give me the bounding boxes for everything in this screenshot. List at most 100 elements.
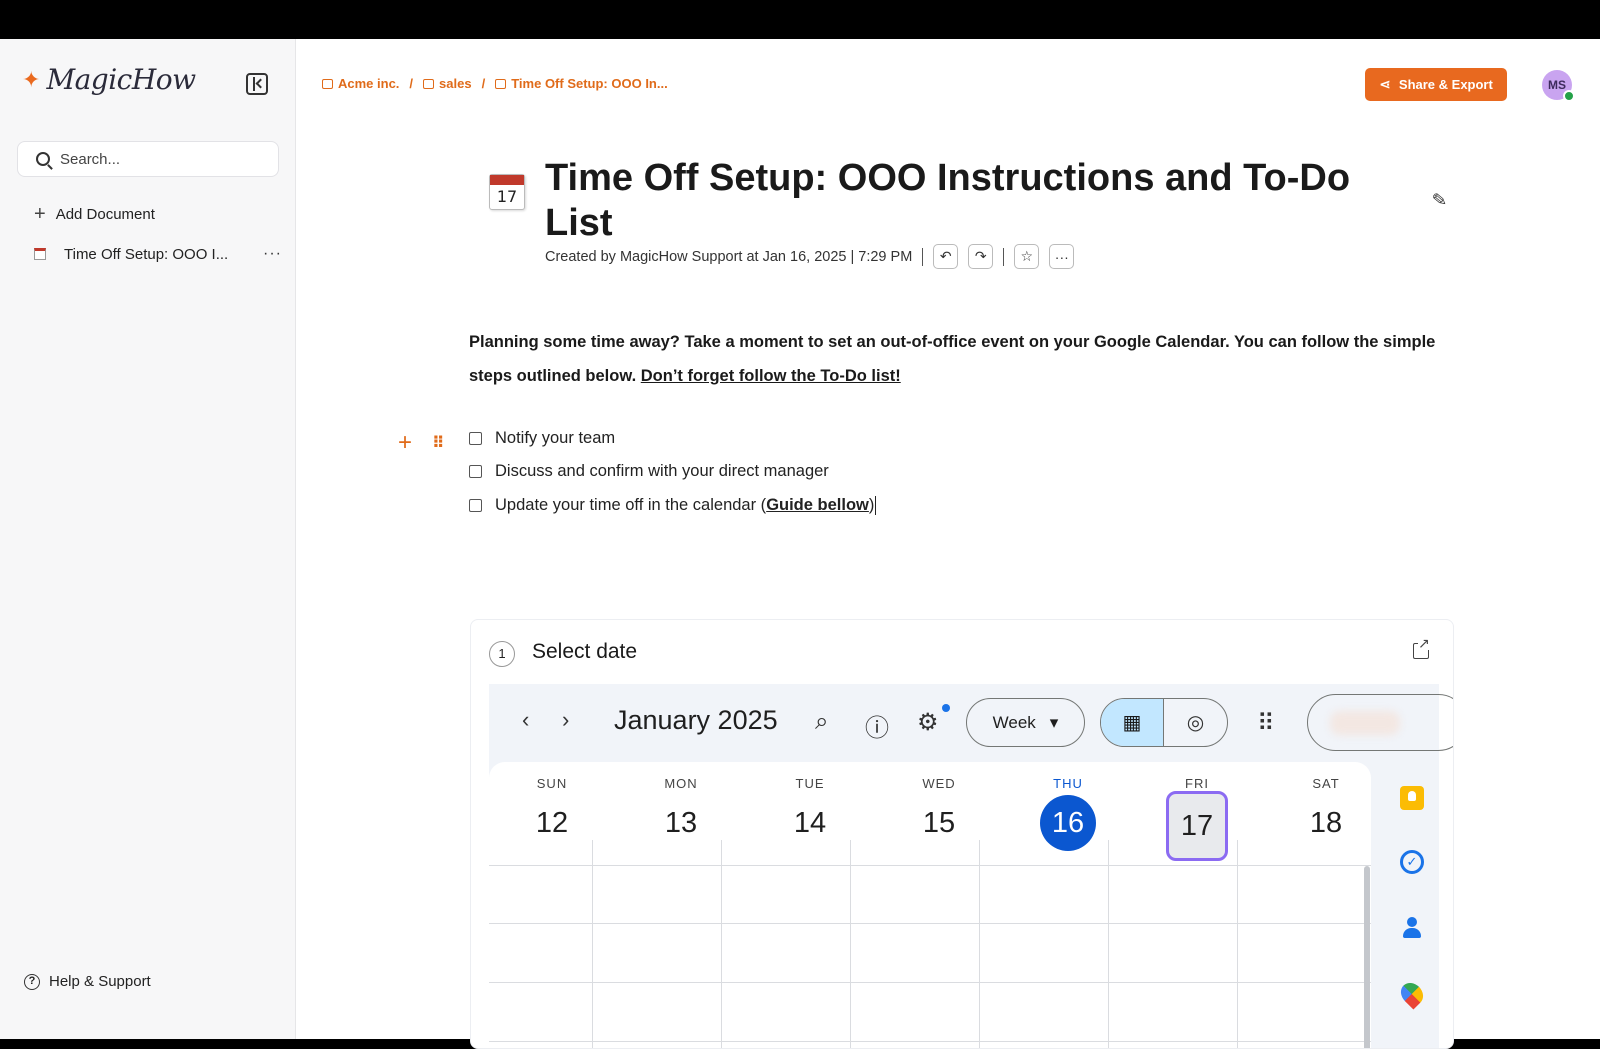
sidebar: ✦ MagicHow + Add Document Time Off Setup… bbox=[0, 39, 296, 1039]
sparkle-icon: ✦ bbox=[22, 66, 41, 92]
todo-checkbox[interactable] bbox=[469, 499, 482, 513]
maps-icon[interactable] bbox=[1396, 978, 1428, 1010]
grid-line bbox=[721, 840, 722, 1048]
day-name: THU bbox=[1053, 776, 1083, 791]
pencil-icon[interactable]: ✎ bbox=[1431, 189, 1448, 211]
intro-text: Planning some time away? Take a moment t… bbox=[469, 333, 1436, 385]
apps-grid-icon[interactable]: ⠿ bbox=[1257, 709, 1275, 738]
sidebar-document-item[interactable]: Time Off Setup: OOO I... ··· bbox=[34, 245, 282, 263]
online-status-indicator bbox=[1563, 90, 1575, 102]
day-header-today[interactable]: THU 16 bbox=[1005, 776, 1131, 851]
month-label: January 2025 bbox=[614, 705, 778, 735]
calendar-icon bbox=[495, 78, 507, 89]
search-icon[interactable]: ⌕ bbox=[815, 708, 828, 736]
help-icon[interactable]: ⓘ bbox=[865, 708, 889, 743]
notification-dot bbox=[942, 704, 950, 712]
chevron-left-icon[interactable]: ‹ bbox=[522, 707, 529, 733]
day-number: 16 bbox=[1040, 795, 1096, 851]
view-label: Week bbox=[992, 712, 1036, 732]
chevron-right-icon[interactable]: › bbox=[562, 707, 569, 733]
blurred-account bbox=[1330, 711, 1400, 735]
breadcrumb: Acme inc. / sales / Time Off Setup: OOO … bbox=[322, 76, 668, 91]
undo-button[interactable]: ↶ bbox=[933, 244, 959, 269]
browser-top-bar bbox=[0, 0, 1600, 39]
grid-line bbox=[489, 1041, 1371, 1042]
day-name: FRI bbox=[1185, 776, 1209, 791]
share-label: Share & Export bbox=[1398, 77, 1493, 92]
todo-checkbox[interactable] bbox=[469, 432, 482, 445]
calendar-icon bbox=[34, 248, 46, 260]
day-header[interactable]: WED 15 bbox=[876, 776, 1002, 851]
more-button[interactable]: ··· bbox=[1049, 244, 1075, 269]
breadcrumb-separator: / bbox=[409, 76, 414, 91]
page-title[interactable]: Time Off Setup: OOO Instructions and To-… bbox=[545, 156, 1385, 246]
search-box[interactable] bbox=[17, 141, 279, 177]
plus-icon: + bbox=[34, 203, 46, 225]
day-number: 15 bbox=[922, 807, 956, 839]
share-export-button[interactable]: ⋖ Share & Export bbox=[1365, 68, 1507, 101]
share-icon: ⋖ bbox=[1379, 76, 1391, 92]
search-icon bbox=[36, 152, 50, 166]
tasks-check-icon[interactable]: ◎ bbox=[1164, 699, 1227, 746]
day-header[interactable]: MON 13 bbox=[618, 776, 744, 851]
todo-checkbox[interactable] bbox=[469, 465, 482, 478]
breadcrumb-item-workspace[interactable]: Acme inc. bbox=[322, 76, 399, 91]
avatar[interactable]: MS bbox=[1542, 70, 1575, 102]
day-name: WED bbox=[922, 776, 956, 791]
document-calendar-icon[interactable]: 17 bbox=[489, 174, 525, 210]
collapse-sidebar-icon[interactable] bbox=[246, 73, 268, 95]
divider bbox=[922, 247, 924, 266]
breadcrumb-label: sales bbox=[439, 76, 472, 91]
todo-item: Discuss and confirm with your direct man… bbox=[469, 462, 829, 481]
day-header[interactable]: TUE 14 bbox=[747, 776, 873, 851]
search-input[interactable] bbox=[60, 150, 260, 168]
add-document-label: Add Document bbox=[55, 205, 155, 223]
breadcrumb-item-document[interactable]: Time Off Setup: OOO In... bbox=[495, 76, 668, 91]
avatar-initials: MS bbox=[1548, 78, 1566, 92]
todo-label: Discuss and confirm with your direct man… bbox=[495, 462, 829, 480]
help-icon: ? bbox=[24, 973, 40, 990]
more-options-icon[interactable]: ··· bbox=[263, 245, 282, 263]
day-header[interactable]: SUN 12 bbox=[489, 776, 615, 851]
gear-icon[interactable]: ⚙ bbox=[917, 708, 939, 737]
view-select[interactable]: Week ▾ bbox=[966, 698, 1085, 747]
tasks-icon[interactable]: ✓ bbox=[1400, 850, 1424, 874]
add-block-icon[interactable]: + bbox=[398, 431, 412, 455]
favorite-button[interactable]: ☆ bbox=[1014, 244, 1040, 269]
calendar-toolbar: ‹ › January 2025 ⌕ ⓘ ⚙ Week ▾ ▦ ◎ ⠿ bbox=[489, 684, 1453, 762]
todo-suffix: ) bbox=[868, 496, 875, 514]
undo-icon: ↶ bbox=[939, 248, 952, 264]
todo-list-link[interactable]: Don’t forget follow the To-Do list! bbox=[641, 367, 901, 385]
day-header[interactable]: SAT 18 bbox=[1263, 776, 1389, 851]
grid-line bbox=[1237, 840, 1238, 1048]
breadcrumb-item-folder[interactable]: sales bbox=[423, 76, 472, 91]
logo-text: MagicHow bbox=[46, 63, 196, 96]
step-label: Select date bbox=[532, 640, 638, 663]
todo-item: Notify your team bbox=[469, 429, 615, 448]
workspace-icon bbox=[322, 78, 333, 89]
redo-button[interactable]: ↷ bbox=[968, 244, 994, 269]
day-header-selected[interactable]: FRI 17 bbox=[1134, 776, 1260, 861]
day-name: SUN bbox=[536, 776, 568, 791]
grid-line bbox=[489, 865, 1371, 866]
day-number: 13 bbox=[664, 807, 698, 839]
drag-handle-icon[interactable]: ⠿ bbox=[432, 433, 444, 453]
guide-link[interactable]: Guide bellow bbox=[766, 496, 869, 514]
scrollbar[interactable] bbox=[1364, 866, 1370, 1048]
todo-label: Notify your team bbox=[495, 429, 616, 447]
breadcrumb-label: Time Off Setup: OOO In... bbox=[511, 76, 668, 91]
day-number: 17 bbox=[1166, 791, 1228, 861]
keep-icon[interactable] bbox=[1400, 786, 1424, 810]
add-document-button[interactable]: + Add Document bbox=[34, 204, 155, 224]
sidebar-document-label: Time Off Setup: OOO I... bbox=[64, 245, 229, 263]
contacts-icon[interactable] bbox=[1400, 916, 1424, 940]
todo-item: Update your time off in the calendar (Gu… bbox=[469, 496, 877, 516]
day-name: SAT bbox=[1312, 776, 1340, 791]
help-support-link[interactable]: ? Help & Support bbox=[24, 973, 151, 990]
open-external-icon[interactable] bbox=[1413, 636, 1430, 659]
calendar-screenshot: ‹ › January 2025 ⌕ ⓘ ⚙ Week ▾ ▦ ◎ ⠿ SUN … bbox=[489, 684, 1453, 1048]
account-chip[interactable] bbox=[1307, 694, 1453, 751]
folder-icon bbox=[423, 78, 435, 89]
logo[interactable]: ✦ MagicHow bbox=[22, 63, 196, 96]
calendar-icon[interactable]: ▦ bbox=[1101, 699, 1165, 746]
